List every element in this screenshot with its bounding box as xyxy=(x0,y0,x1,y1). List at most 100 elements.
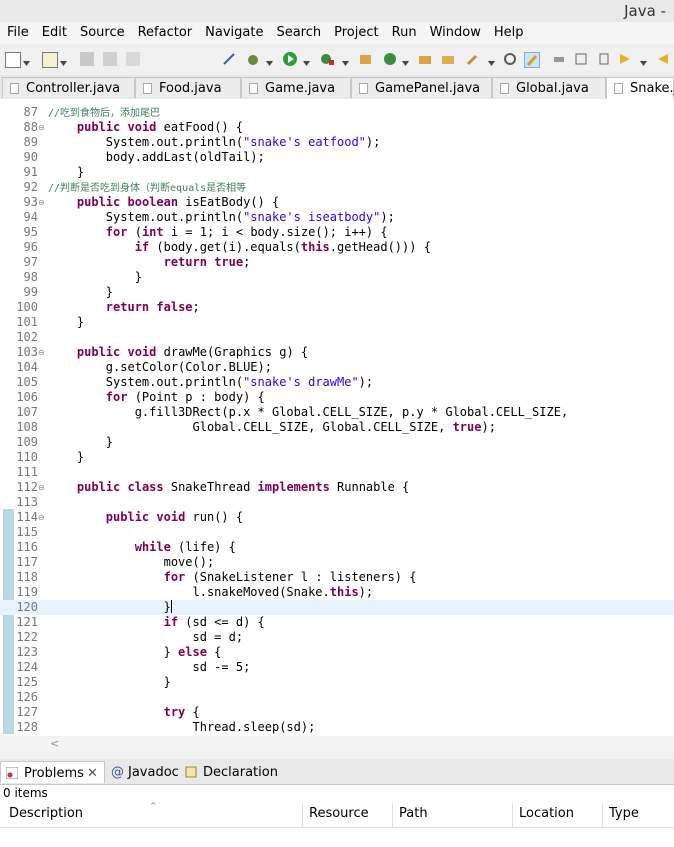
code-line[interactable]: 115 xyxy=(0,525,674,540)
run-dropdown-chevron-icon[interactable] xyxy=(303,56,310,66)
paragraph-icon[interactable] xyxy=(597,52,611,66)
code-line[interactable]: 126 xyxy=(0,690,674,705)
debug-icon[interactable] xyxy=(246,52,260,66)
fold-toggle-icon[interactable]: ⊖ xyxy=(38,348,45,357)
fold-toggle-icon[interactable]: ⊖ xyxy=(38,198,45,207)
debug-dropdown-chevron-icon[interactable] xyxy=(266,56,273,66)
code-line[interactable]: 92 //判断是否吃到身体（判断equals是否相等 xyxy=(0,180,674,195)
code-line[interactable]: 122 sd = d; xyxy=(0,630,674,645)
code-line[interactable]: 96 if (body.get(i).equals(this.getHead()… xyxy=(0,240,674,255)
new-java-project-icon[interactable] xyxy=(358,52,372,66)
new-icon[interactable] xyxy=(5,52,21,68)
save-all-icon[interactable] xyxy=(103,52,117,66)
code-line[interactable]: 95 for (int i = 1; i < body.size(); i++)… xyxy=(0,225,674,240)
menu-edit[interactable]: Edit xyxy=(35,22,73,40)
code-line[interactable]: 90 body.addLast(oldTail); xyxy=(0,150,674,165)
run-icon[interactable] xyxy=(283,52,297,66)
code-line[interactable]: 91 } xyxy=(0,165,674,180)
code-line[interactable]: 94 System.out.println("snake's iseatbody… xyxy=(0,210,674,225)
column-path[interactable]: Path xyxy=(399,806,428,821)
menu-help[interactable]: Help xyxy=(487,22,530,40)
code-line[interactable]: 123 } else { xyxy=(0,645,674,660)
tab-food-java[interactable]: Food.java xyxy=(135,77,241,98)
next-annotation-icon[interactable] xyxy=(618,52,632,66)
menu-file[interactable]: File xyxy=(0,22,35,40)
code-line[interactable]: 89 System.out.println("snake's eatfood")… xyxy=(0,135,674,150)
column-type[interactable]: Type xyxy=(609,806,639,821)
menu-source[interactable]: Source xyxy=(73,22,131,40)
open-type-icon[interactable] xyxy=(418,52,432,66)
next-annotation-dropdown-chevron-icon[interactable] xyxy=(640,56,647,66)
code-line[interactable]: 119 l.snakeMoved(Snake.this); xyxy=(0,585,674,600)
external-tools-icon[interactable] xyxy=(320,52,334,66)
code-line[interactable]: 118 for (SnakeListener l : listeners) { xyxy=(0,570,674,585)
new-class-icon[interactable] xyxy=(383,52,397,66)
code-line[interactable]: 121 if (sd <= d) { xyxy=(0,615,674,630)
column-description[interactable]: Description xyxy=(9,806,83,821)
code-line[interactable]: 112 ⊖ public class SnakeThread implements… xyxy=(0,480,674,495)
menu-search[interactable]: Search xyxy=(269,22,327,40)
code-line[interactable]: 128 Thread.sleep(sd); xyxy=(0,720,674,735)
tab-declaration[interactable]: Declaration xyxy=(183,761,278,783)
code-line[interactable]: 106 for (Point p : body) { xyxy=(0,390,674,405)
code-line[interactable]: 101 } xyxy=(0,315,674,330)
horizontal-scrollbar[interactable]: < xyxy=(0,736,674,752)
fold-toggle-icon[interactable]: ⊖ xyxy=(38,483,45,492)
highlight-toggle-icon[interactable] xyxy=(524,52,540,68)
search-icon[interactable] xyxy=(466,52,480,66)
block-selection-icon[interactable] xyxy=(574,52,588,66)
code-line[interactable]: 103 ⊖ public void drawMe(Graphics g) { xyxy=(0,345,674,360)
code-line[interactable]: 93 ⊖ public boolean isEatBody() { xyxy=(0,195,674,210)
code-line[interactable]: 98 } xyxy=(0,270,674,285)
tab-snake-java[interactable]: Snake.ja xyxy=(606,77,674,100)
code-line[interactable]: 116 while (life) { xyxy=(0,540,674,555)
code-line[interactable]: 110 } xyxy=(0,450,674,465)
code-line[interactable]: 97 return true; xyxy=(0,255,674,270)
code-line[interactable]: 108 Global.CELL_SIZE, Global.CELL_SIZE, … xyxy=(0,420,674,435)
menu-navigate[interactable]: Navigate xyxy=(198,22,269,40)
code-line[interactable]: 125 } xyxy=(0,675,674,690)
save-icon[interactable] xyxy=(80,52,94,66)
menu-refactor[interactable]: Refactor xyxy=(131,22,199,40)
tab-problems[interactable]: Problems ✕ xyxy=(0,761,105,783)
fold-toggle-icon[interactable]: ⊖ xyxy=(38,513,45,522)
skip-breakpoints-icon[interactable] xyxy=(222,52,236,66)
search-dropdown-chevron-icon[interactable] xyxy=(488,56,495,66)
code-line[interactable]: 114 ⊖ public void run() { xyxy=(0,510,674,525)
code-line[interactable]: 124 sd -= 5; xyxy=(0,660,674,675)
column-resource[interactable]: Resource xyxy=(309,806,369,821)
column-location[interactable]: Location xyxy=(519,806,574,821)
menu-project[interactable]: Project xyxy=(327,22,384,40)
toggle-mark-occurrences-icon[interactable] xyxy=(503,52,517,66)
code-line[interactable]: 104 g.setColor(Color.BLUE); xyxy=(0,360,674,375)
show-whitespace-icon[interactable] xyxy=(552,52,566,66)
new-file-icon[interactable] xyxy=(42,52,58,68)
new-class-dropdown-chevron-icon[interactable] xyxy=(402,56,409,66)
close-icon[interactable]: ✕ xyxy=(87,766,98,781)
code-line[interactable]: 109 } xyxy=(0,435,674,450)
code-line[interactable]: 102 xyxy=(0,330,674,345)
code-line[interactable]: 105 System.out.println("snake's drawMe")… xyxy=(0,375,674,390)
tab-gamepanel-java[interactable]: GamePanel.java xyxy=(351,77,492,98)
tab-global-java[interactable]: Global.java xyxy=(492,77,606,98)
menu-run[interactable]: Run xyxy=(385,22,423,40)
fold-toggle-icon[interactable]: ⊖ xyxy=(38,123,45,132)
code-line[interactable]: 87 //吃到食物后，添加尾巴 xyxy=(0,105,674,120)
code-line[interactable]: 120 } xyxy=(0,600,674,615)
tab-javadoc[interactable]: @ Javadoc xyxy=(110,761,180,783)
back-icon[interactable] xyxy=(656,52,670,66)
code-line[interactable]: 111 xyxy=(0,465,674,480)
tab-game-java[interactable]: Game.java xyxy=(241,77,351,98)
new-file-dropdown-chevron-icon[interactable] xyxy=(60,56,67,66)
new-dropdown-chevron-icon[interactable] xyxy=(23,56,30,66)
code-line[interactable]: 99 } xyxy=(0,285,674,300)
tab-controller-java[interactable]: Controller.java xyxy=(2,77,135,98)
code-line[interactable]: 100 return false; xyxy=(0,300,674,315)
code-editor[interactable]: 87//吃到食物后，添加尾巴 88 ⊖ public void eatFood() … xyxy=(0,99,674,736)
code-line[interactable]: 127 try { xyxy=(0,705,674,720)
external-tools-dropdown-chevron-icon[interactable] xyxy=(342,56,349,66)
scroll-left-icon[interactable]: < xyxy=(50,737,59,750)
code-line[interactable]: 107 g.fill3DRect(p.x * Global.CELL_SIZE,… xyxy=(0,405,674,420)
open-task-icon[interactable] xyxy=(441,52,455,66)
code-line[interactable]: 88 ⊖ public void eatFood() { xyxy=(0,120,674,135)
